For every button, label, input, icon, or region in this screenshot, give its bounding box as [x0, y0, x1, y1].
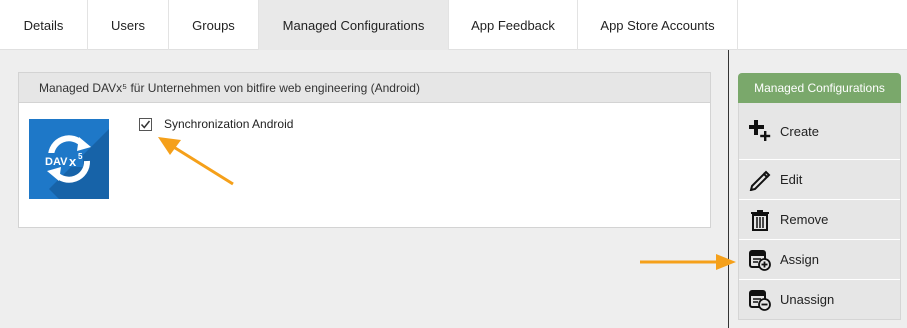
edit-button[interactable]: Edit — [739, 159, 900, 199]
checkmark-icon — [140, 120, 151, 129]
svg-text:DAV: DAV — [45, 156, 68, 168]
svg-text:x: x — [69, 154, 77, 169]
create-button[interactable]: Create — [739, 103, 900, 159]
pencil-icon — [749, 169, 771, 191]
tab-users[interactable]: Users — [88, 0, 169, 50]
create-icon — [749, 120, 771, 142]
tab-managed-configurations[interactable]: Managed Configurations — [259, 0, 449, 50]
tab-details[interactable]: Details — [0, 0, 88, 50]
svg-text:5: 5 — [78, 152, 83, 161]
action-list: Create Edit Remove Assign Unassign — [738, 103, 901, 320]
create-label: Create — [780, 123, 820, 139]
sidebar-header: Managed Configurations — [738, 73, 901, 103]
remove-button[interactable]: Remove — [739, 199, 900, 239]
tab-groups[interactable]: Groups — [169, 0, 259, 50]
davx5-app-icon: DAV x 5 — [29, 119, 109, 199]
unassign-label: Unassign — [780, 292, 835, 307]
tab-app-store-accounts[interactable]: App Store Accounts — [578, 0, 738, 50]
config-synchronization-android[interactable]: Synchronization Android — [139, 117, 293, 131]
tab-app-feedback[interactable]: App Feedback — [449, 0, 578, 50]
assign-label: Assign — [780, 252, 820, 267]
actions-sidebar: Managed Configurations Create Edit Remov… — [738, 73, 901, 320]
unassign-button[interactable]: Unassign — [739, 279, 900, 319]
unassign-icon — [749, 289, 771, 311]
assign-icon — [749, 249, 771, 271]
config-checkbox[interactable] — [139, 117, 152, 131]
config-label: Synchronization Android — [164, 117, 294, 131]
column-divider — [728, 50, 729, 328]
remove-label: Remove — [780, 212, 829, 227]
edit-label: Edit — [780, 172, 803, 187]
trash-icon — [749, 209, 771, 231]
tab-bar: Details Users Groups Managed Configurati… — [0, 0, 907, 50]
arrow-to-assign — [640, 254, 736, 270]
panel-title: Managed DAVx⁵ für Unternehmen von bitfir… — [19, 73, 710, 103]
assign-button[interactable]: Assign — [739, 239, 900, 279]
managed-config-panel: Managed DAVx⁵ für Unternehmen von bitfir… — [18, 72, 711, 228]
